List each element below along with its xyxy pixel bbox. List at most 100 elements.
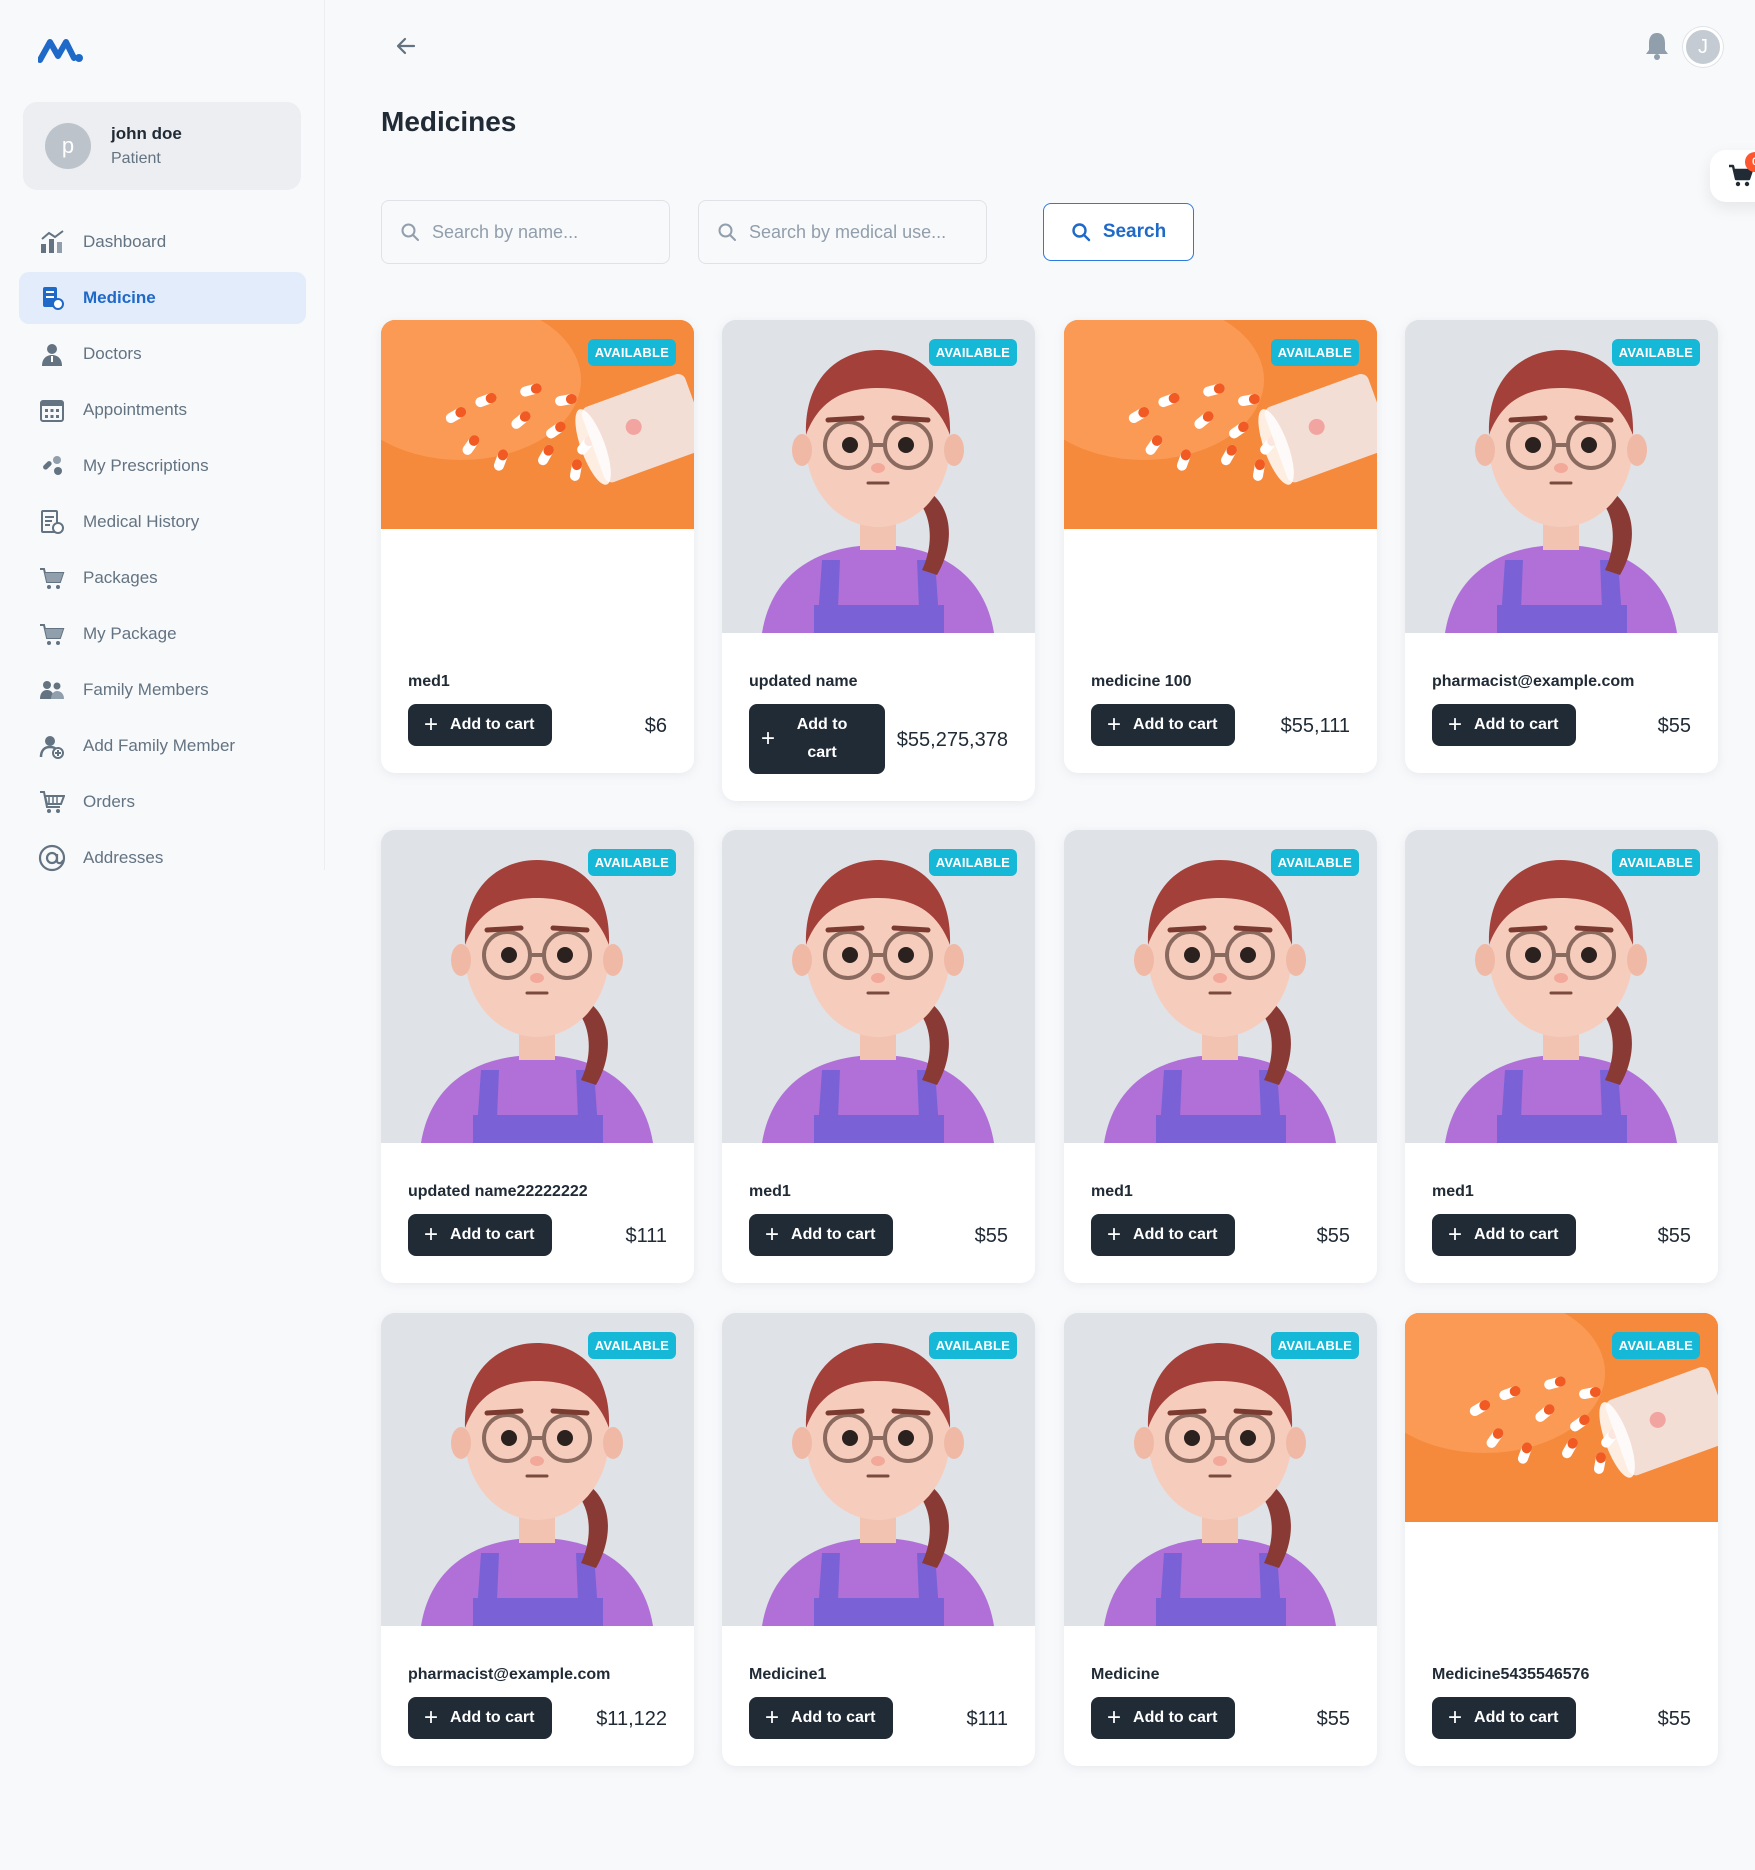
product-price: $111 [966,1708,1008,1730]
search-button-label: Search [1102,221,1167,242]
product-card[interactable]: AVAILABLE Medicine1 + Add to cart $111 [722,1313,1035,1766]
sidebar-item-doctors[interactable]: Doctors [19,328,306,380]
search-button[interactable]: Search [1043,203,1194,261]
sidebar-item-label: Dashboard [83,232,167,251]
sidebar-item-orders[interactable]: Orders [19,776,306,828]
plus-icon: + [765,1704,780,1731]
search-icon [1072,223,1091,242]
add-to-cart-button[interactable]: + Add to cart [749,704,885,774]
product-name: pharmacist@example.com [408,1666,611,1683]
add-to-cart-button[interactable]: + Add to cart [1432,704,1577,746]
plus-icon: + [1107,711,1122,738]
calendar-icon [37,395,67,425]
account-avatar[interactable]: J [1683,27,1723,67]
cart-button[interactable]: 0 [1710,150,1755,202]
sidebar-item-medicine[interactable]: Medicine [19,272,306,324]
product-card[interactable]: AVAILABLE updated name + Add to cart $55,275,… [722,320,1035,801]
sidebar-item-my-prescriptions[interactable]: My Prescriptions [19,440,306,492]
add-to-cart-button[interactable]: + Add to cart [1091,1214,1236,1256]
user-card[interactable]: p john doe Patient [23,102,301,190]
sidebar-item-family-members[interactable]: Family Members [19,664,306,716]
product-card[interactable]: AVAILABLE med1 + Add to cart $55 [1064,830,1377,1283]
search-icon [718,223,736,241]
status-badge: AVAILABLE [1270,339,1359,366]
product-card[interactable]: AVAILABLE med1 + Add to cart $6 [381,320,694,773]
status-badge: AVAILABLE [1270,1332,1359,1359]
product-price: $11,122 [596,1708,667,1730]
sidebar-nav: Dashboard Medicine Doctors Appointments My P… [19,216,306,888]
sidebar-item-addresses[interactable]: Addresses [19,832,306,884]
search-name-field[interactable] [381,200,670,264]
sidebar-item-packages[interactable]: Packages [19,552,306,604]
product-image-person [722,320,1035,633]
sidebar-item-label: My Package [83,624,177,643]
add-to-cart-button[interactable]: + Add to cart [749,1697,894,1739]
product-image-person [1405,320,1718,633]
product-image-person [722,830,1035,1143]
dashboard-icon [37,227,67,257]
add-to-cart-button[interactable]: + Add to cart [408,1697,553,1739]
add-to-cart-button[interactable]: + Add to cart [1091,704,1236,746]
product-price: $55,275,378 [896,729,1008,751]
status-badge: AVAILABLE [928,339,1017,366]
product-price: $55 [974,1225,1008,1247]
sidebar-item-my-package[interactable]: My Package [19,608,306,660]
add-person-icon [37,731,67,761]
product-card[interactable]: AVAILABLE Medicine + Add to cart $55 [1064,1313,1377,1766]
product-price: $6 [644,715,667,737]
plus-icon: + [761,725,776,752]
add-to-cart-label: Add to cart [791,1226,876,1243]
product-name: medicine 100 [1091,673,1192,690]
add-to-cart-button[interactable]: + Add to cart [1091,1697,1236,1739]
product-card[interactable]: AVAILABLE pharmacist@example.com + Add to c… [1405,320,1718,773]
product-name: updated name22222222 [408,1183,588,1200]
product-price: $55 [1657,1225,1691,1247]
product-card[interactable]: AVAILABLE medicine 100 + Add to cart $55,111 [1064,320,1377,773]
add-to-cart-button[interactable]: + Add to cart [749,1214,894,1256]
product-image-person [1064,1313,1377,1626]
search-use-input[interactable] [749,221,969,243]
plus-icon: + [765,1221,780,1248]
add-to-cart-label-line: cart [807,744,837,761]
product-price: $55 [1316,1708,1350,1730]
page-title: Medicines [381,106,517,137]
product-card[interactable]: AVAILABLE pharmacist@example.com + Add to c… [381,1313,694,1766]
add-to-cart-button[interactable]: + Add to cart [408,1214,553,1256]
app-logo[interactable] [38,34,84,66]
status-badge: AVAILABLE [1611,1332,1700,1359]
add-to-cart-label: Add to cart [1474,1709,1559,1726]
sidebar-item-add-family-member[interactable]: Add Family Member [19,720,306,772]
plus-icon: + [424,711,439,738]
sidebar-item-appointments[interactable]: Appointments [19,384,306,436]
add-to-cart-button[interactable]: + Add to cart [1432,1697,1577,1739]
sidebar-item-dashboard[interactable]: Dashboard [19,216,306,268]
product-image-person [1405,830,1718,1143]
cart-icon [37,619,67,649]
status-badge: AVAILABLE [1270,849,1359,876]
sidebar-item-medical-history[interactable]: Medical History [19,496,306,548]
add-to-cart-button[interactable]: + Add to cart [408,704,553,746]
product-card[interactable]: AVAILABLE med1 + Add to cart $55 [722,830,1035,1283]
product-image-person [722,1313,1035,1626]
search-use-field[interactable] [698,200,987,264]
user-avatar: p [45,123,91,169]
back-button[interactable] [390,30,422,62]
sidebar: p john doe Patient Dashboard Medicine Doct… [0,0,325,872]
search-icon [401,223,419,241]
plus-icon: + [424,1704,439,1731]
add-to-cart-label-line: Add to [796,716,848,733]
product-card[interactable]: AVAILABLE med1 + Add to cart $55 [1405,830,1718,1283]
product-image-person [381,1313,694,1626]
product-card[interactable]: AVAILABLE Medicine5435546576 + Add to cart $… [1405,1313,1718,1766]
product-price: $55 [1657,715,1691,737]
arrow-left-icon [396,37,416,55]
bell-icon[interactable] [1643,30,1671,62]
add-to-cart-label: Add to cart [791,1709,876,1726]
search-name-input[interactable] [432,221,652,243]
plus-icon: + [1448,1221,1463,1248]
sidebar-item-label: My Prescriptions [83,456,209,475]
add-to-cart-button[interactable]: + Add to cart [1432,1214,1577,1256]
cart-icon [37,563,67,593]
status-badge: AVAILABLE [928,1332,1017,1359]
product-card[interactable]: AVAILABLE updated name22222222 + Add to car… [381,830,694,1283]
